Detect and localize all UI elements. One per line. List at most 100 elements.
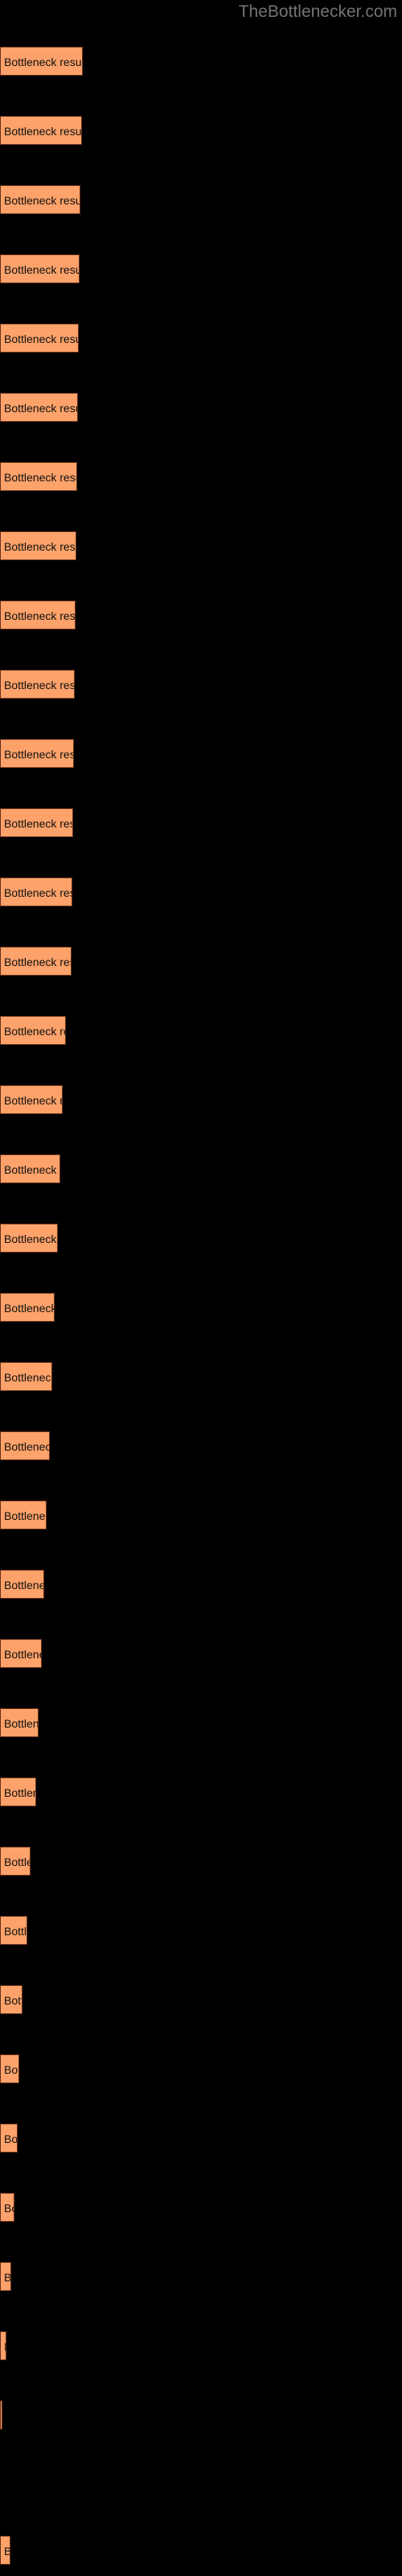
bottleneck-result-bar[interactable]: Bottleneck result [0,531,76,560]
chart-page: TheBottlenecker.com Bottleneck result Bot… [0,0,402,2576]
bar-label: Bottleneck result [4,1579,43,1591]
bottleneck-result-bar[interactable]: Bottleneck result [0,2054,19,2083]
bar-label: Bottleneck result [4,540,76,553]
bar-label: Bottleneck result [4,1163,59,1176]
bottleneck-result-bar[interactable]: Bottleneck result [0,947,72,976]
bottleneck-result-bar[interactable]: Bottleneck result [0,1431,50,1460]
bar-row: Bottleneck result [0,2536,402,2565]
bottleneck-result-bar[interactable]: Bottleneck result [0,1708,39,1737]
bar-row: Bottleneck result [0,1085,402,1114]
bar-label: Bottleneck result [4,332,78,345]
bar-row: Bottleneck result [0,877,402,906]
bar-label: Bottleneck result [4,2202,14,2215]
bar-label: Bottleneck result [4,263,80,276]
bar-row: Bottleneck result [0,601,402,630]
bottleneck-result-bar[interactable]: Bottleneck result [0,2536,10,2565]
bar-row: Bottleneck result [0,1016,402,1045]
bar-row: Bottleneck result [0,1501,402,1530]
bottleneck-result-bar[interactable]: Bottleneck result [0,2193,14,2222]
bar-chart-plot-area: Bottleneck result Bottleneck result Bottle… [0,24,402,2576]
bar-row: Bottleneck result [0,670,402,699]
bar-row: Bottleneck result [0,1224,402,1253]
bottleneck-result-bar[interactable]: Bottleneck result [0,462,77,491]
bar-label: Bottleneck result [4,1717,39,1730]
bar-row: Bottleneck result [0,531,402,560]
bottleneck-result-bar[interactable]: Bottleneck result [0,877,72,906]
bottleneck-result-bar[interactable]: Bottleneck result [0,1570,44,1599]
bar-label: Bottleneck result [4,679,75,691]
bar-row: Bottleneck result [0,2262,402,2291]
bar-label: Bottleneck result [4,1856,30,1868]
bar-row: Bottleneck result [0,1916,402,1945]
bottleneck-result-bar[interactable]: Bottleneck result [0,1016,66,1045]
bottleneck-result-bar[interactable]: Bottleneck result [0,2262,11,2291]
bar-label: Bottleneck result [4,1994,22,2007]
bar-label: Bottleneck result [4,194,80,207]
bottleneck-result-bar[interactable]: Bottleneck result [0,2331,6,2360]
bottleneck-result-bar[interactable]: Bottleneck result [0,1916,27,1945]
bottleneck-result-bar[interactable]: Bottleneck result [0,1501,47,1530]
bar-label: Bottleneck result [4,2537,10,2564]
bar-row: Bottleneck result [0,808,402,837]
bar-row: Bottleneck result [0,1847,402,1876]
bottleneck-result-bar[interactable]: Bottleneck result [0,739,74,768]
bottleneck-result-bar[interactable]: Bottleneck result [0,324,79,353]
bar-label: Bottleneck result [4,1786,35,1799]
bottleneck-result-bar[interactable]: Bottleneck result [0,185,80,214]
bar-label: Bottleneck result [4,1094,62,1107]
bar-label: Bottleneck result [4,1440,49,1453]
bottleneck-result-bar[interactable]: Bottleneck result [0,1362,52,1391]
bar-row: Bottleneck result [0,1362,402,1391]
bottleneck-result-bar[interactable]: Bottleneck result [0,2124,18,2153]
bottleneck-result-bar[interactable]: Bottleneck result [0,1777,36,1806]
bottleneck-result-bar[interactable]: Bottleneck result [0,47,83,76]
bar-label: Bottleneck result [4,748,74,761]
bar-label: Bottleneck result [4,1371,52,1384]
bar-row: Bottleneck result [0,1985,402,2014]
bar-label: Bottleneck result [4,1925,27,1938]
site-title: TheBottlenecker.com [238,2,397,21]
bottleneck-result-bar[interactable]: Bottleneck result [0,1847,31,1876]
bottleneck-result-bar[interactable]: Bottleneck result [0,116,82,145]
bottleneck-result-bar[interactable]: Bottleneck result [0,393,78,422]
bar-row: Bottleneck result [0,2331,402,2360]
bar-row: Bottleneck result [0,1639,402,1668]
bottleneck-result-bar[interactable]: Bottleneck result [0,601,76,630]
bar-row: Bottleneck result [0,739,402,768]
bar-row: Bottleneck result [0,1570,402,1599]
bar-label: Bottleneck result [4,609,76,622]
bar-row: Bottleneck result [0,462,402,491]
bar-row: Bottleneck result [0,2054,402,2083]
bar-label: Bottleneck result [4,1302,55,1315]
bar-row: Bottleneck result [0,185,402,214]
bar-label: Bottleneck result [4,2063,18,2076]
bar-label: Bottleneck result [4,1648,41,1661]
bar-row: Bottleneck result [0,47,402,76]
bar-row: Bottleneck result [0,1777,402,1806]
bar-label: Bottleneck result [4,886,72,899]
bar-label: Bottleneck result [4,2332,6,2359]
bar-row: Bottleneck result [0,2124,402,2153]
bar-row: Bottleneck result [0,1154,402,1183]
bar-row: Bottleneck result [0,947,402,976]
bar-row: Bottleneck result [0,254,402,283]
bottleneck-result-bar[interactable]: Bottleneck result [0,2401,2,2429]
bottleneck-result-bar[interactable]: Bottleneck result [0,1085,63,1114]
bottleneck-result-bar[interactable]: Bottleneck result [0,1154,60,1183]
bar-label: Bottleneck result [4,2132,18,2145]
bar-row: Bottleneck result [0,393,402,422]
bar-label: Bottleneck result [4,2271,11,2284]
bottleneck-result-bar[interactable]: Bottleneck result [0,1224,58,1253]
bottleneck-result-bar[interactable]: Bottleneck result [0,1985,23,2014]
bar-label: Bottleneck result [4,471,76,484]
bottleneck-result-bar[interactable]: Bottleneck result [0,254,80,283]
bar-label: Bottleneck result [4,1025,65,1038]
bottleneck-result-bar[interactable]: Bottleneck result [0,808,73,837]
bottleneck-result-bar[interactable]: Bottleneck result [0,670,75,699]
bar-label: Bottleneck result [4,956,71,968]
bottleneck-result-bar[interactable]: Bottleneck result [0,1293,55,1322]
bar-label: Bottleneck result [4,817,72,830]
bottleneck-result-bar[interactable]: Bottleneck result [0,1639,42,1668]
bar-label: Bottleneck result [4,125,82,138]
bar-row: Bottleneck result [0,2193,402,2222]
